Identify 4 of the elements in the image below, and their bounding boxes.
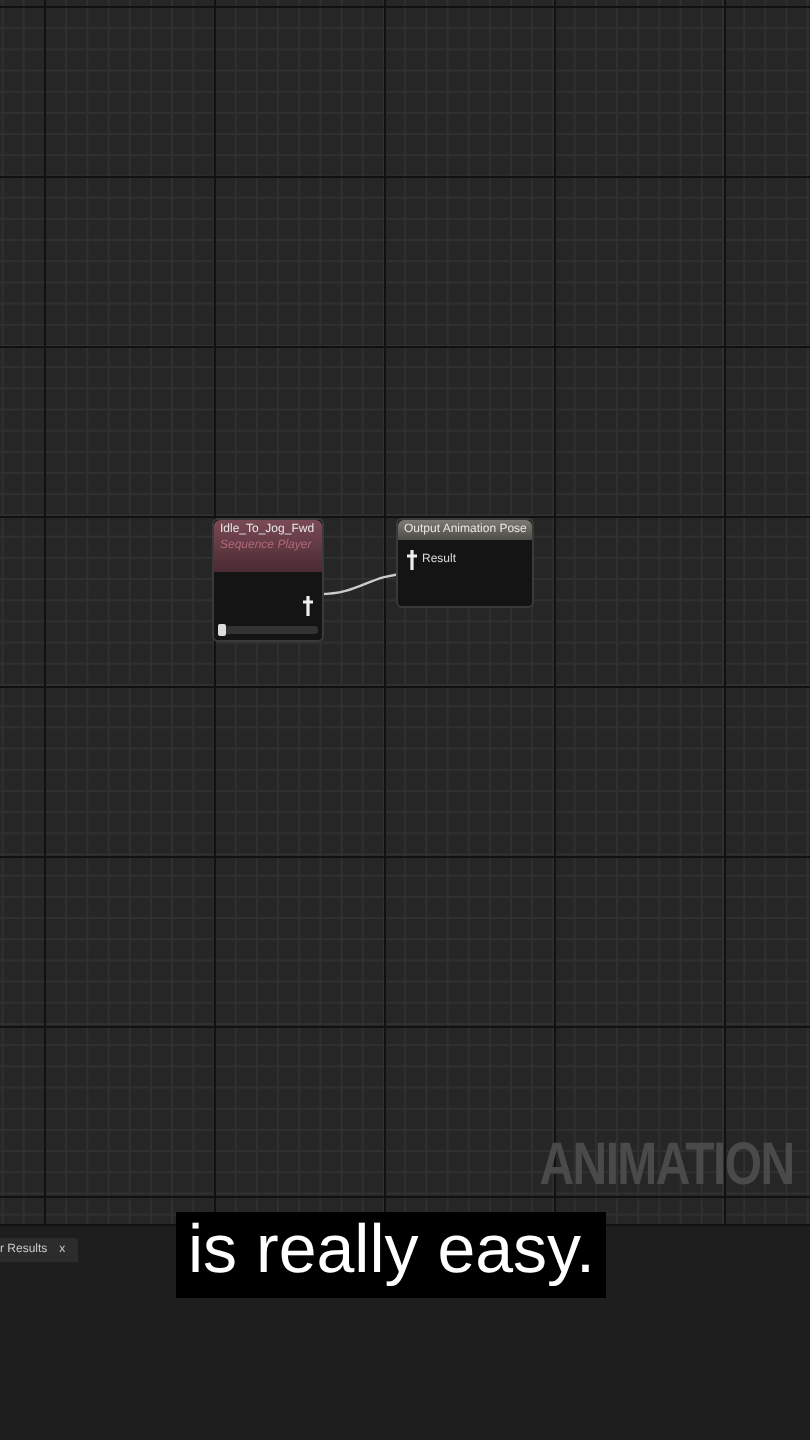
pose-pin-icon[interactable] <box>302 596 314 616</box>
pose-pin-icon[interactable] <box>406 550 418 570</box>
graph-type-label: ANIMATION <box>539 1132 794 1200</box>
subtitle-caption: is really easy. <box>176 1212 607 1298</box>
